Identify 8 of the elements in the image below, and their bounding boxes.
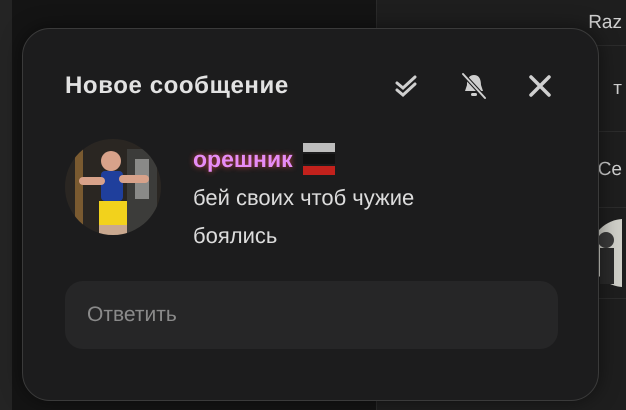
sender-name: орешник <box>193 146 293 172</box>
chat-title: т <box>613 78 622 100</box>
reply-field[interactable]: Ответить <box>65 281 558 349</box>
chat-title: Raz <box>588 12 622 34</box>
flag-icon <box>302 143 335 175</box>
chat-title: Се <box>598 158 622 180</box>
message-text: бей своих чтоб чужие боялись <box>193 184 416 250</box>
notification-title: Новое сообщение <box>65 72 290 100</box>
